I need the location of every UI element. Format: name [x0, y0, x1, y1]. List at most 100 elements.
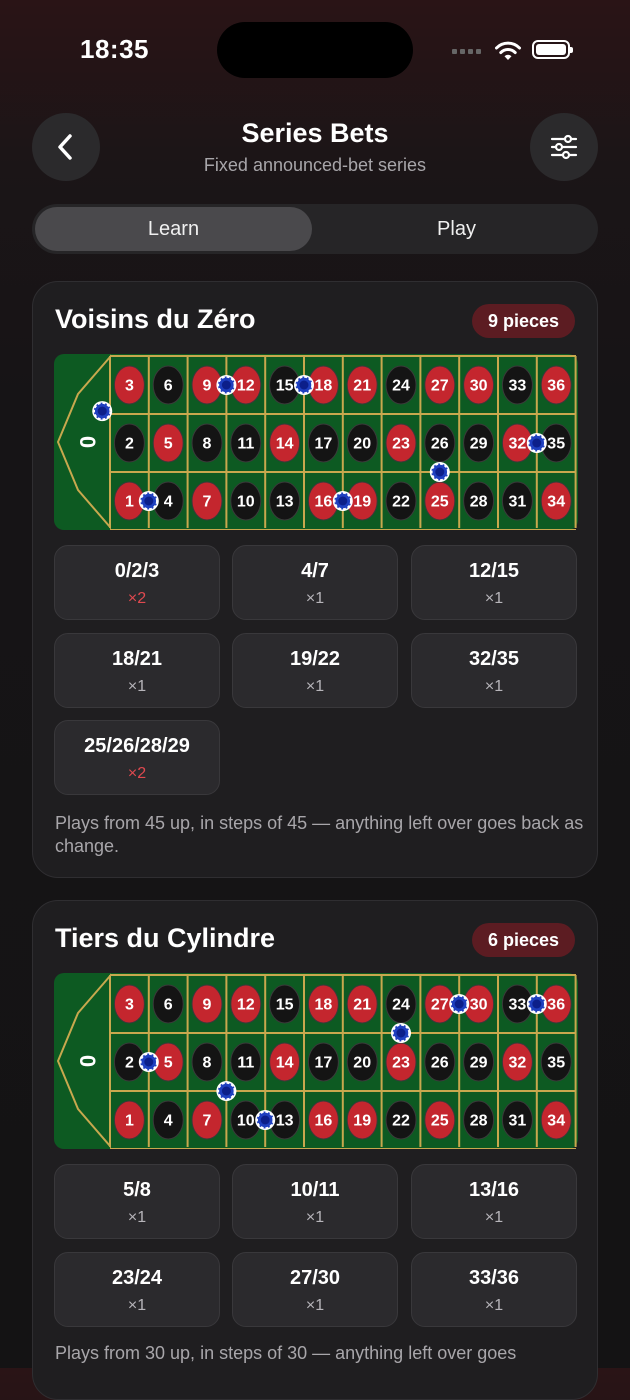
bet-multiplier: ×1 [484, 1297, 504, 1314]
chip-icon [435, 467, 445, 477]
bet-box[interactable]: 5/8 ×1 [54, 1164, 220, 1239]
bet-multiplier: ×1 [305, 1297, 325, 1314]
number-label: 3 [125, 997, 134, 1014]
bet-box[interactable]: 10/11 ×1 [232, 1164, 398, 1239]
number-label: 10 [237, 494, 255, 511]
number-label: 22 [392, 494, 410, 511]
number-label: 6 [164, 997, 173, 1014]
bet-box[interactable]: 25/26/28/29 ×2 [54, 720, 220, 795]
number-label: 14 [276, 436, 294, 453]
battery-icon [532, 40, 573, 59]
chip-icon [221, 1086, 231, 1096]
number-label: 29 [470, 1055, 488, 1072]
number-label: 32 [509, 436, 527, 453]
number-label: 11 [237, 436, 254, 453]
bet-multiplier: ×1 [305, 678, 325, 695]
chip-icon [97, 406, 107, 416]
chip-icon [532, 999, 542, 1009]
number-label: 19 [353, 1113, 371, 1130]
number-label: 27 [431, 997, 449, 1014]
number-label: 20 [353, 436, 371, 453]
bet-label: 18/21 [111, 648, 163, 670]
number-label: 8 [203, 1055, 212, 1072]
number-label: 6 [164, 378, 173, 395]
series-title: Voisins du Zéro [55, 304, 256, 334]
pieces-badge: 9 pieces [471, 304, 575, 338]
bet-multiplier: ×1 [305, 590, 325, 607]
number-label: 31 [509, 1113, 527, 1130]
roulette-table: 03 6 9 12 15 18 21 24 27 30 33 362 5 8 11 14 17 20 23 26 29 3… [54, 354, 578, 530]
number-label: 35 [547, 436, 565, 453]
bet-box[interactable]: 23/24 ×1 [54, 1252, 220, 1327]
chip-icon [260, 1115, 270, 1125]
bet-box[interactable]: 4/7 ×1 [232, 545, 398, 620]
wifi-icon [495, 41, 521, 60]
bet-label: 25/26/28/29 [84, 735, 190, 757]
number-label: 33 [509, 378, 527, 395]
number-label: 22 [392, 1113, 410, 1130]
pieces-badge: 6 pieces [471, 923, 575, 957]
bet-multiplier: ×1 [484, 678, 504, 695]
number-label: 7 [203, 494, 212, 511]
settings-button[interactable] [530, 113, 598, 181]
number-label: 17 [315, 436, 333, 453]
number-label: 24 [392, 378, 410, 395]
number-label: 36 [547, 378, 565, 395]
bet-label: 13/16 [468, 1179, 520, 1201]
number-label: 23 [392, 436, 410, 453]
bet-label: 0/2/3 [114, 560, 160, 582]
number-label: 30 [470, 997, 488, 1014]
number-label: 8 [203, 436, 212, 453]
number-label: 33 [509, 997, 527, 1014]
number-label: 29 [470, 436, 488, 453]
bet-box[interactable]: 19/22 ×1 [232, 633, 398, 708]
number-label: 2 [125, 1055, 134, 1072]
number-label: 26 [431, 436, 449, 453]
bet-label: 27/30 [289, 1267, 341, 1289]
chip-icon [299, 380, 309, 390]
chip-icon [221, 380, 231, 390]
bet-box[interactable]: 0/2/3 ×2 [54, 545, 220, 620]
number-label: 13 [276, 494, 294, 511]
bet-box[interactable]: 32/35 ×1 [411, 633, 577, 708]
bet-label: 33/36 [468, 1267, 520, 1289]
number-label: 25 [431, 1113, 449, 1130]
number-label: 15 [276, 997, 294, 1014]
chip-icon [144, 496, 154, 506]
number-label: 3 [125, 378, 134, 395]
bet-box[interactable]: 13/16 ×1 [411, 1164, 577, 1239]
bet-box[interactable]: 33/36 ×1 [411, 1252, 577, 1327]
number-label: 26 [431, 1055, 449, 1072]
bet-label: 32/35 [468, 648, 520, 670]
bet-multiplier: ×1 [305, 1209, 325, 1226]
chip-icon [338, 496, 348, 506]
number-label: 20 [353, 1055, 371, 1072]
number-label: 34 [547, 494, 565, 511]
status-time: 18:35 [80, 34, 149, 64]
number-label: 12 [237, 997, 255, 1014]
number-label: 28 [470, 494, 488, 511]
mode-segmented-control: Learn Play [32, 204, 598, 254]
bet-box[interactable]: 18/21 ×1 [54, 633, 220, 708]
number-label: 27 [431, 378, 449, 395]
number-label: 4 [164, 1113, 173, 1130]
chip-icon [396, 1028, 406, 1038]
series-note: Plays from 30 up, in steps of 30 — anyth… [55, 1343, 517, 1363]
number-label: 13 [276, 1113, 294, 1130]
bet-box[interactable]: 12/15 ×1 [411, 545, 577, 620]
number-label: 9 [203, 997, 212, 1014]
bet-multiplier: ×1 [127, 1209, 147, 1226]
number-label: 18 [315, 997, 333, 1014]
number-label: 30 [470, 378, 488, 395]
tab-learn[interactable]: Learn [35, 207, 312, 251]
dynamic-island [217, 22, 413, 78]
bet-multiplier: ×1 [127, 678, 147, 695]
bet-label: 19/22 [289, 648, 341, 670]
bet-box[interactable]: 27/30 ×1 [232, 1252, 398, 1327]
tab-play[interactable]: Play [318, 207, 595, 251]
cellular-signal-icon [452, 49, 481, 54]
chip-icon [454, 999, 464, 1009]
bet-multiplier: ×1 [484, 590, 504, 607]
number-label: 10 [237, 1113, 255, 1130]
series-note: Plays from 45 up, in steps of 45 — anyth… [55, 813, 584, 856]
